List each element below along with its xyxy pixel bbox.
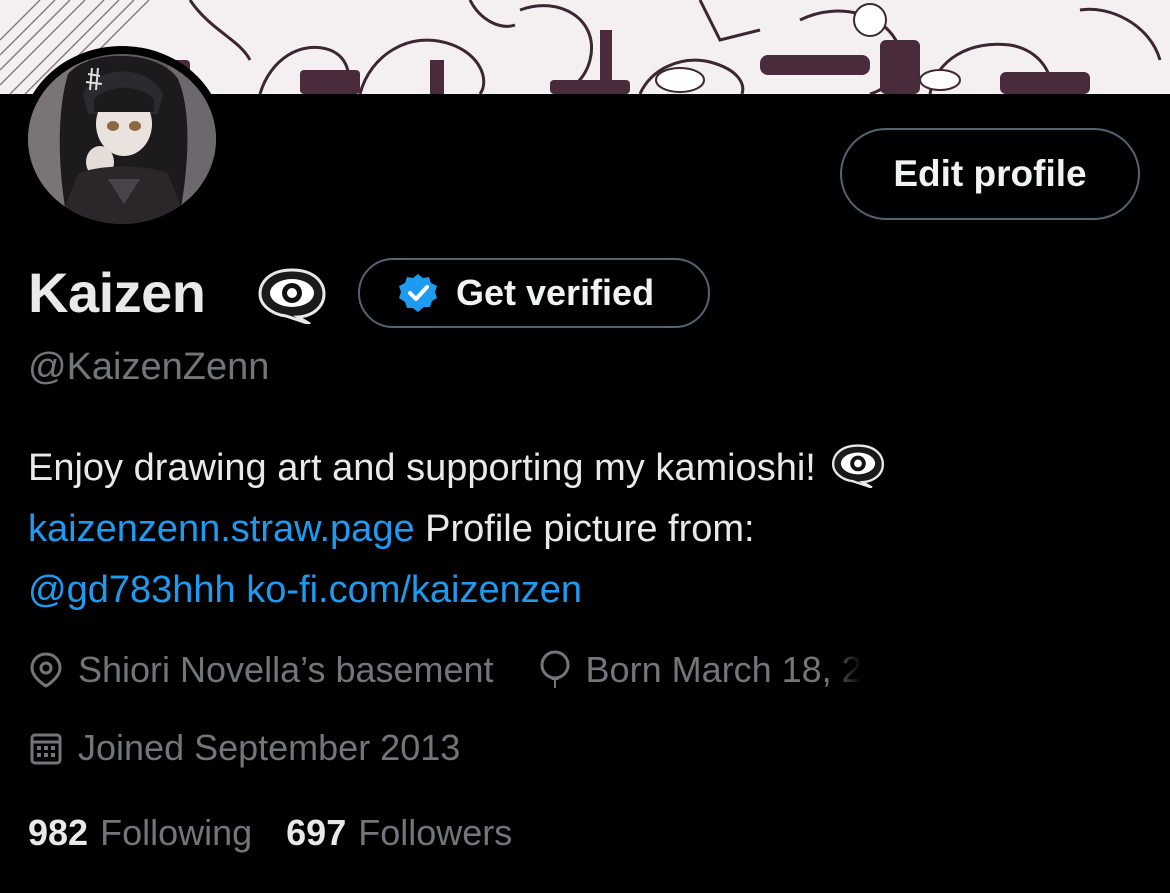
followers-label: Followers: [358, 812, 513, 853]
user-handle: @KaizenZenn: [28, 346, 270, 388]
get-verified-label: Get verified: [456, 272, 655, 313]
verified-badge-icon: [399, 274, 437, 312]
follow-stats: 982 Following 697 Followers: [28, 808, 546, 858]
location-item: Shiori Novella’s basement: [28, 645, 494, 695]
display-name: Kaizen: [28, 261, 206, 324]
profile-meta-row-2: Joined September 2013: [28, 723, 460, 773]
bio-text-1: Enjoy drawing art and supporting my kami…: [28, 447, 816, 489]
bio-line-1: Enjoy drawing art and supporting my kami…: [28, 438, 1138, 499]
location-pin-icon: [30, 652, 62, 688]
birthday-text: Born March 18, 2: [585, 649, 862, 690]
profile-avatar[interactable]: [20, 46, 224, 232]
following-stat[interactable]: 982 Following: [28, 808, 252, 858]
bio-line-2: kaizenzenn.straw.page Profile picture fr…: [28, 499, 1138, 560]
eye-in-speech-bubble-icon: [258, 268, 326, 324]
calendar-icon: [30, 733, 62, 765]
edit-profile-button[interactable]: Edit profile: [840, 128, 1140, 220]
profile-bio: Enjoy drawing art and supporting my kami…: [28, 438, 1138, 621]
website-link[interactable]: kaizenzenn.straw.page: [28, 508, 415, 550]
profile-page: Edit profile Kaizen Get verified @Kaizen…: [0, 0, 1170, 893]
balloon-icon: [540, 650, 570, 688]
following-label: Following: [100, 812, 253, 853]
joined-text: Joined September 2013: [78, 727, 461, 768]
get-verified-button[interactable]: Get verified: [358, 258, 710, 328]
followers-stat[interactable]: 697 Followers: [286, 808, 512, 858]
following-count: 982: [28, 812, 89, 853]
profile-meta-row-1: Shiori Novella’s basement Born March 18,…: [28, 645, 862, 695]
bio-line-3: @gd783hhh ko-fi.com/kaizenzen: [28, 560, 1138, 621]
eye-in-speech-bubble-icon: [831, 444, 884, 488]
mention-link[interactable]: @gd783hhh: [28, 569, 236, 611]
bio-text-2: Profile picture from:: [414, 508, 755, 550]
location-text: Shiori Novella’s basement: [78, 649, 494, 690]
birthday-item: Born March 18, 2: [538, 645, 862, 695]
kofi-link[interactable]: ko-fi.com/kaizenzen: [246, 569, 582, 611]
avatar-image: [28, 54, 216, 224]
joined-item: Joined September 2013: [28, 723, 460, 773]
followers-count: 697: [286, 812, 347, 853]
